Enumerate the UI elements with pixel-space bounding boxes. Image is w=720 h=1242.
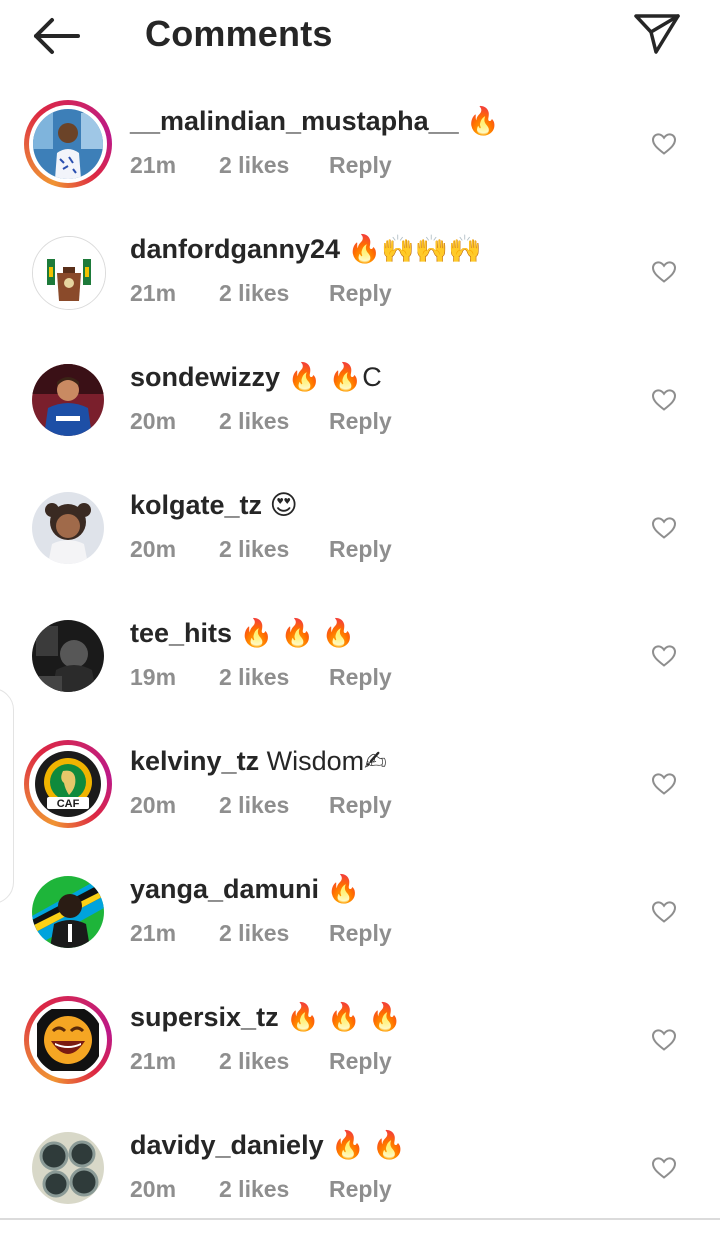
reply-button[interactable]: Reply bbox=[329, 1046, 392, 1076]
comment-text: 🔥 bbox=[466, 106, 500, 136]
avatar-story-ring[interactable] bbox=[24, 100, 112, 188]
header-bar: Comments bbox=[0, 0, 720, 72]
comment-content: tee_hits 🔥 🔥 🔥 bbox=[130, 616, 355, 650]
comment-row: yanga_damuni 🔥 21m 2 likes Reply bbox=[0, 858, 720, 986]
comment-username[interactable]: kelviny_tz bbox=[130, 746, 259, 776]
heart-icon[interactable] bbox=[651, 1028, 677, 1052]
comment-row: tee_hits 🔥 🔥 🔥 19m 2 likes Reply bbox=[0, 602, 720, 730]
comment-content: yanga_damuni 🔥 bbox=[130, 872, 360, 906]
comment-row: kolgate_tz 😍 20m 2 likes Reply bbox=[0, 474, 720, 602]
reply-button[interactable]: Reply bbox=[329, 918, 392, 948]
reply-button[interactable]: Reply bbox=[329, 1174, 392, 1204]
comment-text: 🔥🙌🙌🙌 bbox=[347, 234, 483, 264]
avatar-wrap[interactable] bbox=[24, 484, 112, 572]
comment-content: __malindian_mustapha__ 🔥 bbox=[130, 104, 500, 138]
avatar-wrap[interactable] bbox=[24, 612, 112, 700]
avatar bbox=[32, 364, 104, 436]
heart-icon[interactable] bbox=[651, 772, 677, 796]
page-title: Comments bbox=[145, 13, 333, 54]
comment-time: 20m bbox=[130, 792, 177, 818]
comment-text: 🔥 🔥 🔥 bbox=[239, 618, 356, 648]
comment-username[interactable]: davidy_daniely bbox=[130, 1130, 324, 1160]
heart-icon[interactable] bbox=[651, 1156, 677, 1180]
comment-likes[interactable]: 2 likes bbox=[219, 1174, 289, 1204]
avatar bbox=[33, 109, 103, 179]
comment-row: danfordganny24 🔥🙌🙌🙌 21m 2 likes Reply bbox=[0, 218, 720, 346]
comment-likes[interactable]: 2 likes bbox=[219, 662, 289, 692]
comment-content: davidy_daniely 🔥 🔥 bbox=[130, 1128, 406, 1162]
comment-username[interactable]: tee_hits bbox=[130, 618, 232, 648]
comment-likes[interactable]: 2 likes bbox=[219, 790, 289, 820]
comment-username[interactable]: kolgate_tz bbox=[130, 490, 262, 520]
heart-icon[interactable] bbox=[651, 388, 677, 412]
comment-time: 21m bbox=[130, 1048, 177, 1074]
comment-row: sondewizzy 🔥 🔥C 20m 2 likes Reply bbox=[0, 346, 720, 474]
heart-icon[interactable] bbox=[651, 644, 677, 668]
comment-username[interactable]: sondewizzy bbox=[130, 362, 280, 392]
comment-row: CAF kelviny_tz Wisdom✍ 20m 2 likes Reply bbox=[0, 730, 720, 858]
reply-button[interactable]: Reply bbox=[329, 662, 392, 692]
comment-row: davidy_daniely 🔥 🔥 20m 2 likes Reply bbox=[0, 1114, 720, 1242]
comment-likes[interactable]: 2 likes bbox=[219, 1046, 289, 1076]
heart-icon[interactable] bbox=[651, 132, 677, 156]
avatar bbox=[32, 1132, 104, 1204]
reply-button[interactable]: Reply bbox=[329, 150, 392, 180]
avatar-wrap[interactable] bbox=[24, 868, 112, 956]
comment-text: 😍 bbox=[269, 490, 298, 520]
avatar-wrap[interactable] bbox=[24, 356, 112, 444]
back-button[interactable] bbox=[30, 14, 82, 58]
heart-icon[interactable] bbox=[651, 260, 677, 284]
avatar bbox=[32, 620, 104, 692]
heart-icon[interactable] bbox=[651, 516, 677, 540]
svg-text:CAF: CAF bbox=[57, 798, 80, 810]
avatar-story-ring[interactable]: CAF bbox=[24, 740, 112, 828]
avatar bbox=[33, 1005, 103, 1075]
comment-likes[interactable]: 2 likes bbox=[219, 534, 289, 564]
avatar-wrap[interactable] bbox=[24, 1124, 112, 1212]
comment-content: kolgate_tz 😍 bbox=[130, 488, 298, 522]
reply-button[interactable]: Reply bbox=[329, 406, 392, 436]
comment-username[interactable]: supersix_tz bbox=[130, 1002, 279, 1032]
comment-username[interactable]: yanga_damuni bbox=[130, 874, 319, 904]
comment-time: 20m bbox=[130, 536, 177, 562]
comment-time: 21m bbox=[130, 280, 177, 306]
reply-button[interactable]: Reply bbox=[329, 278, 392, 308]
comment-content: kelviny_tz Wisdom✍ bbox=[130, 744, 387, 778]
reply-button[interactable]: Reply bbox=[329, 790, 392, 820]
reply-button[interactable]: Reply bbox=[329, 534, 392, 564]
avatar bbox=[32, 492, 104, 564]
comment-text: 🔥 🔥 bbox=[331, 1130, 406, 1160]
comment-row: __malindian_mustapha__ 🔥 21m 2 likes Rep… bbox=[0, 90, 720, 218]
comment-likes[interactable]: 2 likes bbox=[219, 918, 289, 948]
comment-time: 20m bbox=[130, 408, 177, 434]
avatar bbox=[32, 236, 106, 310]
avatar-story-ring[interactable] bbox=[24, 996, 112, 1084]
comment-likes[interactable]: 2 likes bbox=[219, 150, 289, 180]
comment-text: 🔥 🔥 🔥 bbox=[286, 1002, 402, 1032]
edge-drawer-handle[interactable] bbox=[0, 688, 14, 904]
paper-plane-icon bbox=[634, 14, 680, 54]
avatar: CAF bbox=[33, 749, 103, 819]
comment-text: Wisdom✍ bbox=[266, 746, 387, 776]
comment-content: danfordganny24 🔥🙌🙌🙌 bbox=[130, 232, 482, 266]
comment-likes[interactable]: 2 likes bbox=[219, 278, 289, 308]
divider bbox=[0, 1218, 720, 1220]
comment-username[interactable]: __malindian_mustapha__ bbox=[130, 106, 459, 136]
comment-text: 🔥 🔥C bbox=[287, 362, 382, 392]
comment-content: supersix_tz 🔥 🔥 🔥 bbox=[130, 1000, 402, 1034]
avatar-wrap[interactable] bbox=[24, 228, 112, 316]
comment-content: sondewizzy 🔥 🔥C bbox=[130, 360, 382, 394]
comment-text: 🔥 bbox=[326, 874, 361, 904]
avatar bbox=[32, 876, 104, 948]
comment-time: 21m bbox=[130, 920, 177, 946]
comment-time: 21m bbox=[130, 152, 177, 178]
comment-likes[interactable]: 2 likes bbox=[219, 406, 289, 436]
heart-icon[interactable] bbox=[651, 900, 677, 924]
comment-row: supersix_tz 🔥 🔥 🔥 21m 2 likes Reply bbox=[0, 986, 720, 1114]
comment-username[interactable]: danfordganny24 bbox=[130, 234, 340, 264]
arrow-left-icon bbox=[34, 18, 80, 54]
comment-time: 19m bbox=[130, 664, 177, 690]
share-button[interactable] bbox=[630, 8, 684, 58]
comment-time: 20m bbox=[130, 1176, 177, 1202]
